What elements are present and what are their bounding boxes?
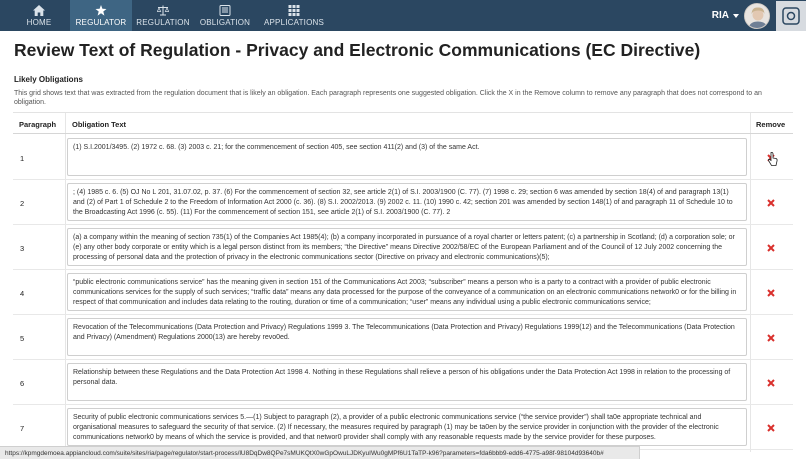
section-description: This grid shows text that was extracted … xyxy=(14,90,762,106)
home-icon xyxy=(33,4,45,16)
obligation-text-field[interactable]: (a) a company within the meaning of sect… xyxy=(67,228,747,266)
nav-applications-label: APPLICATIONS xyxy=(263,17,325,27)
obligation-text-field[interactable]: ; (4) 1985 c. 6. (5) OJ No L 201, 31.07.… xyxy=(67,183,747,221)
remove-x-icon[interactable] xyxy=(766,333,776,343)
remove-x-icon[interactable] xyxy=(766,378,776,388)
nav-home[interactable]: HOME xyxy=(8,0,70,31)
paragraph-number: 5 xyxy=(20,334,25,343)
remove-x-icon[interactable] xyxy=(766,288,776,298)
table-row: 1 (1) S.I.2001/3495. (2) 1972 c. 68. (3)… xyxy=(13,135,793,180)
nav-regulator-label: REGULATOR xyxy=(75,17,127,27)
grid-header: Paragraph Obligation Text Remove xyxy=(13,113,793,134)
table-row: 3 (a) a company within the meaning of se… xyxy=(13,225,793,270)
nav-obligation-label: OBLIGATION xyxy=(199,17,251,27)
chevron-down-icon[interactable] xyxy=(733,13,739,18)
app-logo xyxy=(776,0,806,31)
remove-x-icon[interactable] xyxy=(766,423,776,433)
header-obligation-text[interactable]: Obligation Text xyxy=(72,120,126,129)
paragraph-number: 2 xyxy=(20,199,25,208)
table-row: 6 Relationship between these Regulations… xyxy=(13,360,793,405)
paragraph-number: 6 xyxy=(20,379,25,388)
nav-regulation-label: REGULATION xyxy=(136,17,190,27)
logo-icon xyxy=(782,6,800,25)
nav-home-label: HOME xyxy=(26,17,52,27)
page-title: Review Text of Regulation - Privacy and … xyxy=(14,40,701,60)
table-row: 5 Revocation of the Telecommunications (… xyxy=(13,315,793,360)
table-row: 4 “public electronic communications serv… xyxy=(13,270,793,315)
nav-applications[interactable]: APPLICATIONS xyxy=(256,0,332,31)
obligation-text-field[interactable]: “public electronic communications servic… xyxy=(67,273,747,311)
obligation-text-field[interactable]: Security of public electronic communicat… xyxy=(67,408,747,446)
browser-status-url: https://kpmgdemoea.appiancloud.com/suite… xyxy=(0,446,640,459)
table-row: 2 ; (4) 1985 c. 6. (5) OJ No L 201, 31.0… xyxy=(13,180,793,225)
obligation-text-field[interactable]: Relationship between these Regulations a… xyxy=(67,363,747,401)
mouse-pointer-icon xyxy=(768,152,778,166)
table-row: 7 Security of public electronic communic… xyxy=(13,405,793,450)
avatar[interactable] xyxy=(744,2,770,29)
remove-x-icon[interactable] xyxy=(766,198,776,208)
user-name[interactable]: RIA xyxy=(712,10,729,21)
nav-obligation[interactable]: OBLIGATION xyxy=(194,0,256,31)
scales-icon xyxy=(157,5,169,15)
paragraph-number: 7 xyxy=(20,424,25,433)
obligation-text-field[interactable]: Revocation of the Telecommunications (Da… xyxy=(67,318,747,356)
grid-icon xyxy=(288,4,300,16)
header-remove: Remove xyxy=(756,120,786,129)
nav-regulator[interactable]: REGULATOR xyxy=(70,0,132,31)
paragraph-number: 1 xyxy=(20,154,25,163)
obligations-grid: Paragraph Obligation Text Remove 1 (1) S… xyxy=(13,112,793,452)
user-photo-icon xyxy=(745,3,769,28)
paragraph-number: 3 xyxy=(20,244,25,253)
top-navigation: HOME REGULATOR REGULATION OBLIGATION APP… xyxy=(0,0,806,31)
header-paragraph[interactable]: Paragraph xyxy=(19,120,56,129)
section-title: Likely Obligations xyxy=(14,75,83,84)
star-icon xyxy=(95,4,107,16)
document-icon xyxy=(219,4,231,16)
paragraph-number: 4 xyxy=(20,289,25,298)
nav-regulation[interactable]: REGULATION xyxy=(132,0,194,31)
obligation-text-field[interactable]: (1) S.I.2001/3495. (2) 1972 c. 68. (3) 2… xyxy=(67,138,747,176)
remove-x-icon[interactable] xyxy=(766,243,776,253)
user-menu[interactable]: RIA xyxy=(712,0,806,31)
